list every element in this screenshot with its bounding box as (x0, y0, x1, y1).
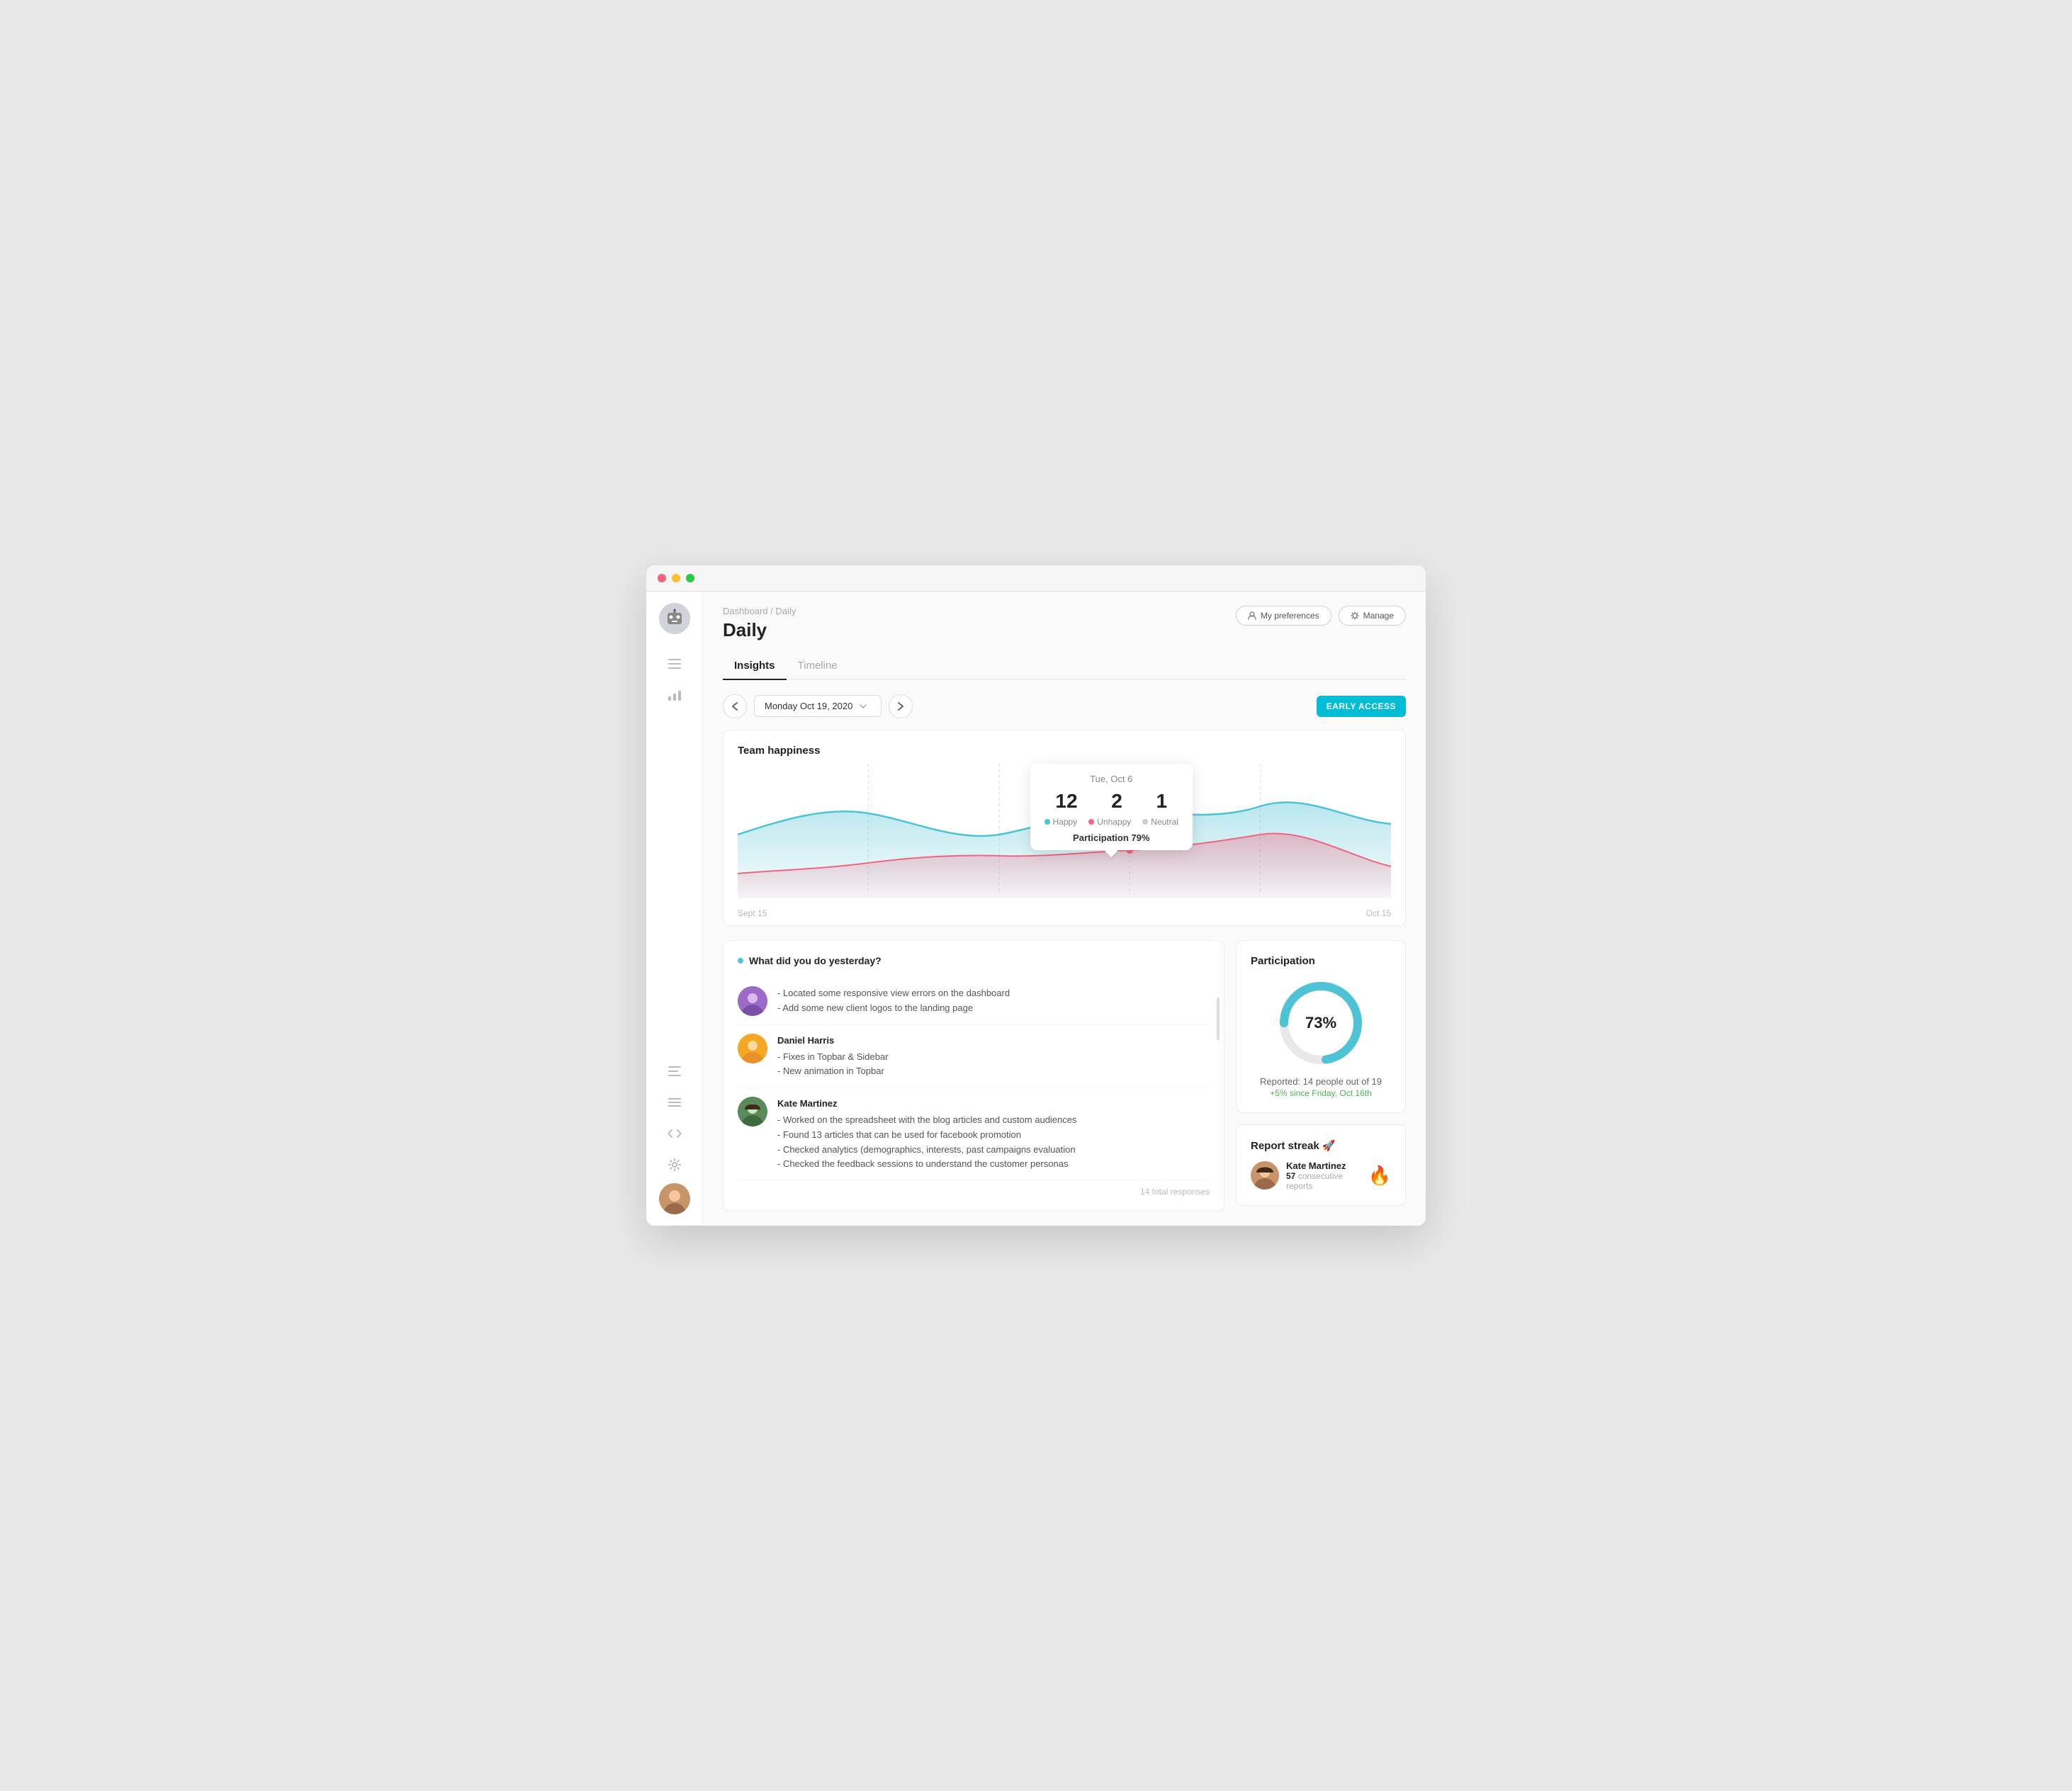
sidebar-menu-icon[interactable] (662, 651, 687, 677)
chart-area[interactable]: Tue, Oct 6 12 2 1 Happy (738, 764, 1391, 905)
user-avatar[interactable] (659, 1183, 690, 1214)
list-item: - Located some responsive view errors on… (738, 978, 1210, 1025)
tooltip: Tue, Oct 6 12 2 1 Happy (1030, 764, 1193, 850)
avatar (738, 986, 767, 1016)
preferences-label: My preferences (1261, 611, 1319, 621)
avatar (738, 1097, 767, 1126)
main-content: Dashboard / Daily Daily My preferences M… (703, 592, 1426, 1226)
chart-title: Team happiness (738, 745, 1391, 757)
app-window: Dashboard / Daily Daily My preferences M… (646, 565, 1426, 1226)
tooltip-neutral-label: Neutral (1142, 817, 1178, 827)
activity-text: - Located some responsive view errors on… (777, 986, 1010, 1016)
streak-person-name: Kate Martinez (1286, 1160, 1361, 1171)
close-dot[interactable] (658, 574, 666, 582)
early-access-button[interactable]: EARLY ACCESS (1317, 696, 1406, 717)
tooltip-unhappy-count: 2 (1111, 790, 1122, 813)
tooltip-participation: Participation 79% (1045, 832, 1178, 843)
tooltip-arrow (1104, 850, 1118, 857)
activity-line-1: - Worked on the spreadsheet with the blo… (777, 1113, 1077, 1128)
participation-reported: Reported: 14 people out of 19 (1251, 1076, 1391, 1087)
manage-button[interactable]: Manage (1339, 606, 1406, 626)
activity-line-2: - Found 13 articles that can be used for… (777, 1128, 1077, 1143)
tabs-bar: Insights Timeline (723, 652, 1406, 680)
avatar (738, 1034, 767, 1063)
activity-line-2: - New animation in Topbar (777, 1064, 889, 1079)
activity-title: What did you do yesterday? (738, 955, 1210, 966)
activity-line-2: - Add some new client logos to the landi… (777, 1001, 1010, 1016)
sidebar-code-icon[interactable] (662, 1121, 687, 1146)
streak-fire-icon: 🔥 (1368, 1165, 1391, 1187)
team-happiness-card: Team happiness Tue, Oct 6 12 2 1 (723, 730, 1406, 926)
activity-line-3: - Checked analytics (demographics, inter… (777, 1143, 1077, 1158)
bottom-row: What did you do yesterday? - Located som… (723, 940, 1406, 1211)
streak-count: 57 consecutive reports (1286, 1171, 1361, 1191)
sidebar-logo-avatar[interactable] (659, 603, 690, 634)
streak-card: Report streak 🚀 (1236, 1124, 1406, 1206)
sidebar (646, 592, 703, 1226)
tooltip-happy-count: 12 (1055, 790, 1077, 813)
sidebar-settings-icon[interactable] (662, 1152, 687, 1177)
activity-footer: 14 total responses (738, 1181, 1210, 1197)
date-selector[interactable]: Monday Oct 19, 2020 (754, 695, 882, 717)
breadcrumb: Dashboard / Daily (723, 606, 796, 616)
minimize-dot[interactable] (672, 574, 680, 582)
participation-change: +5% since Friday, Oct 16th (1251, 1088, 1391, 1098)
list-item: Daniel Harris - Fixes in Topbar & Sideba… (738, 1025, 1210, 1088)
manage-label: Manage (1363, 611, 1394, 621)
date-navigation: Monday Oct 19, 2020 EARLY ACCESS (723, 694, 1406, 718)
scrollbar[interactable] (1217, 998, 1220, 1040)
donut-label: 73% (1305, 1014, 1336, 1032)
right-column: Participation 73% (1236, 940, 1406, 1211)
tooltip-neutral-count: 1 (1156, 790, 1168, 813)
sidebar-chart-icon[interactable] (662, 682, 687, 708)
streak-info: Kate Martinez 57 consecutive reports (1286, 1160, 1361, 1191)
participation-card: Participation 73% (1236, 940, 1406, 1113)
maximize-dot[interactable] (686, 574, 694, 582)
streak-title: Report streak 🚀 (1251, 1139, 1391, 1152)
page-title: Daily (723, 619, 796, 641)
activity-line-1: - Fixes in Topbar & Sidebar (777, 1050, 889, 1065)
selected-date-label: Monday Oct 19, 2020 (765, 701, 852, 711)
chart-date-start: Sept 15 (738, 908, 767, 918)
tooltip-happy-label: Happy (1045, 817, 1078, 827)
activity-name: Daniel Harris (777, 1034, 889, 1049)
donut-chart: 73% (1275, 977, 1367, 1069)
sidebar-list-icon[interactable] (662, 1058, 687, 1084)
activity-line-1: - Located some responsive view errors on… (777, 986, 1010, 1001)
list-item: Kate Martinez - Worked on the spreadshee… (738, 1088, 1210, 1181)
prev-date-button[interactable] (723, 694, 747, 718)
activity-text: Kate Martinez - Worked on the spreadshee… (777, 1097, 1077, 1172)
tab-insights[interactable]: Insights (723, 652, 787, 680)
next-date-button[interactable] (889, 694, 913, 718)
streak-item: Kate Martinez 57 consecutive reports 🔥 (1251, 1160, 1391, 1191)
streak-avatar (1251, 1161, 1279, 1190)
sidebar-align-icon[interactable] (662, 1090, 687, 1115)
activity-card: What did you do yesterday? - Located som… (723, 940, 1224, 1211)
activity-line-4: - Checked the feedback sessions to under… (777, 1157, 1077, 1172)
chart-dates: Sept 15 Oct 15 (738, 908, 1391, 918)
preferences-button[interactable]: My preferences (1236, 606, 1331, 626)
titlebar (646, 565, 1426, 592)
tab-timeline[interactable]: Timeline (787, 652, 849, 680)
chart-date-end: Oct 15 (1366, 908, 1391, 918)
activity-name: Kate Martinez (777, 1097, 1077, 1112)
tooltip-date: Tue, Oct 6 (1045, 774, 1178, 784)
activity-text: Daniel Harris - Fixes in Topbar & Sideba… (777, 1034, 889, 1079)
donut-container: 73% (1251, 977, 1391, 1069)
tooltip-unhappy-label: Unhappy (1088, 817, 1131, 827)
participation-title: Participation (1251, 955, 1391, 967)
